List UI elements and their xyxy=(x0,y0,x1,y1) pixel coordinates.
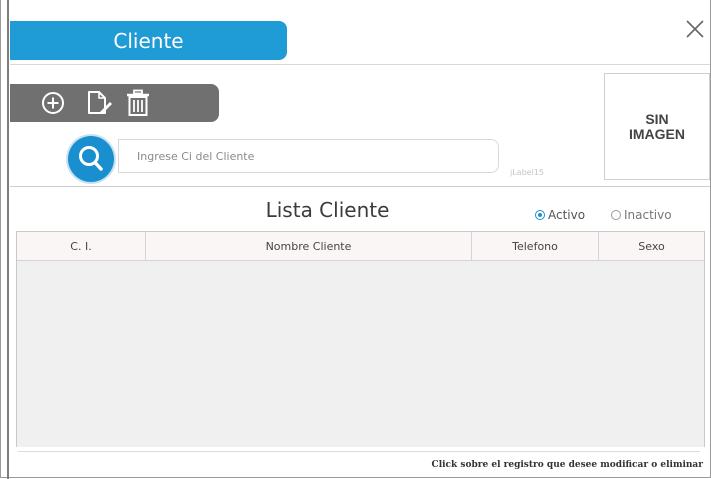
client-photo[interactable]: SIN IMAGEN xyxy=(604,73,710,180)
footer-divider xyxy=(18,451,700,452)
add-circle-icon[interactable] xyxy=(38,88,68,118)
client-table[interactable]: C. I. Nombre Cliente Telefono Sexo xyxy=(16,231,705,447)
radio-unselected-icon xyxy=(611,210,621,220)
column-ci[interactable]: C. I. xyxy=(17,232,146,260)
window-title: Cliente xyxy=(10,21,287,60)
toolbar xyxy=(10,84,219,122)
header-divider xyxy=(10,64,710,65)
footer-hint: Click sobre el registro que desee modifi… xyxy=(431,460,703,470)
hidden-label: jLabel15 xyxy=(510,168,544,177)
window-left-border xyxy=(7,0,9,479)
radio-inactivo[interactable]: Inactivo xyxy=(611,208,672,222)
search-icon xyxy=(79,146,103,171)
section-divider xyxy=(10,186,710,187)
table-body[interactable] xyxy=(17,261,704,447)
trash-icon[interactable] xyxy=(123,88,153,118)
radio-inactivo-label: Inactivo xyxy=(624,208,672,222)
list-title: Lista Cliente xyxy=(265,198,390,222)
close-icon[interactable] xyxy=(684,18,706,40)
column-sexo[interactable]: Sexo xyxy=(599,232,704,260)
edit-document-icon[interactable] xyxy=(83,88,113,118)
column-telefono[interactable]: Telefono xyxy=(472,232,599,260)
column-nombre-cliente[interactable]: Nombre Cliente xyxy=(146,232,472,260)
radio-activo-label: Activo xyxy=(548,208,586,222)
search-button[interactable] xyxy=(68,136,114,182)
radio-selected-icon xyxy=(535,210,545,220)
radio-activo[interactable]: Activo xyxy=(535,208,585,222)
photo-placeholder-line2: IMAGEN xyxy=(629,125,685,142)
search-input[interactable] xyxy=(118,139,499,173)
photo-placeholder-line1: SIN xyxy=(645,110,669,127)
table-header: C. I. Nombre Cliente Telefono Sexo xyxy=(17,232,704,261)
